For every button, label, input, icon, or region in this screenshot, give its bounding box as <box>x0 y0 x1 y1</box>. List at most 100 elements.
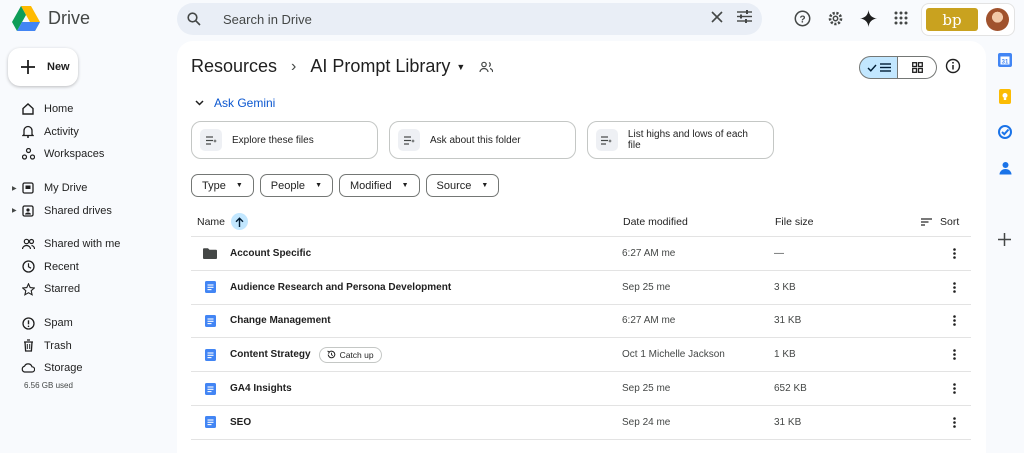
breadcrumb-parent[interactable]: Resources <box>191 56 277 77</box>
expand-arrow-icon[interactable]: ▶ <box>12 185 17 192</box>
apps-grid-icon[interactable] <box>891 8 911 28</box>
filter-type[interactable]: Type ▼ <box>191 174 254 197</box>
gemini-chip-explore[interactable]: Explore these files <box>191 121 378 159</box>
folder-menu-dropdown-icon[interactable]: ▼ <box>456 62 465 72</box>
gemini-chip-ask-folder[interactable]: Ask about this folder <box>389 121 576 159</box>
table-row[interactable]: Change Management 6:27 AM me 31 KB <box>191 305 971 339</box>
sidebar-item-home[interactable]: Home <box>12 98 104 121</box>
column-size-header[interactable]: File size <box>775 216 814 228</box>
search-bar[interactable]: Search in Drive <box>177 3 762 35</box>
grid-icon <box>911 62 923 73</box>
table-header: Name Date modified File size Sort <box>191 207 971 237</box>
help-icon[interactable]: ? <box>792 8 812 28</box>
gemini-chip-highs-lows[interactable]: List highs and lows of each file <box>587 121 774 159</box>
search-options-icon[interactable] <box>737 10 752 28</box>
more-actions-icon[interactable] <box>946 417 962 428</box>
more-actions-icon[interactable] <box>946 315 962 327</box>
account-switcher[interactable]: bp <box>921 3 1015 36</box>
sidebar-item-spam[interactable]: Spam <box>12 312 83 335</box>
filter-source[interactable]: Source ▼ <box>425 174 500 197</box>
date-modified: Oct 1 Michelle Jackson <box>622 349 725 361</box>
filter-modified[interactable]: Modified ▼ <box>339 174 420 197</box>
sidebar-item-label: Spam <box>44 317 73 330</box>
file-table: Name Date modified File size Sort Accoun… <box>191 207 971 440</box>
gemini-sparkle-icon[interactable] <box>858 8 878 28</box>
breadcrumb-current[interactable]: AI Prompt Library <box>310 56 450 77</box>
more-actions-icon[interactable] <box>946 248 962 259</box>
search-icon[interactable] <box>187 12 213 26</box>
list-icon <box>879 63 891 72</box>
sidebar-item-label: Trash <box>44 339 72 352</box>
more-actions-icon[interactable] <box>946 349 962 361</box>
search-input[interactable]: Search in Drive <box>223 12 711 27</box>
expand-arrow-icon[interactable]: ▶ <box>12 207 17 214</box>
svg-text:?: ? <box>799 14 805 25</box>
my-drive-icon <box>20 180 36 196</box>
catch-up-badge[interactable]: Catch up <box>318 346 382 363</box>
people-icon <box>20 236 36 252</box>
more-actions-icon[interactable] <box>946 281 962 293</box>
more-actions-icon[interactable] <box>946 383 962 394</box>
column-name-header[interactable]: Name <box>197 213 249 230</box>
file-name: Change Management <box>230 315 331 327</box>
tasks-icon[interactable] <box>997 124 1013 140</box>
sidebar-item-shared-with-me[interactable]: Shared with me <box>12 233 120 256</box>
new-button-label: New <box>47 61 70 73</box>
add-addon-icon[interactable] <box>998 233 1011 251</box>
info-icon[interactable] <box>945 58 963 76</box>
sidebar-item-my-drive[interactable]: ▶ My Drive <box>12 177 112 200</box>
table-row[interactable]: Content Strategy Catch up Oct 1 Michelle… <box>191 338 971 373</box>
filter-people[interactable]: People ▼ <box>259 174 333 197</box>
sidebar-item-label: Shared drives <box>44 204 112 217</box>
sidebar-item-trash[interactable]: Trash <box>12 335 83 358</box>
sidebar-item-recent[interactable]: Recent <box>12 256 120 279</box>
avatar[interactable] <box>986 8 1009 31</box>
sidebar-item-shared-drives[interactable]: ▶ Shared drives <box>12 200 112 223</box>
table-row[interactable]: GA4 Insights Sep 25 me 652 KB <box>191 372 971 406</box>
file-size: 3 KB <box>774 281 796 293</box>
new-button[interactable]: New <box>8 48 78 86</box>
settings-gear-icon[interactable] <box>825 8 845 28</box>
table-row[interactable]: Audience Research and Persona Developmen… <box>191 271 971 305</box>
clear-search-icon[interactable] <box>711 10 723 28</box>
shared-folder-icon[interactable] <box>479 61 494 73</box>
google-doc-icon <box>203 348 217 362</box>
dropdown-arrow-icon: ▼ <box>315 182 322 189</box>
dropdown-arrow-icon: ▼ <box>481 182 489 189</box>
date-modified: Sep 25 me <box>622 281 671 293</box>
ask-gemini-toggle[interactable]: Ask Gemini <box>195 96 275 110</box>
column-date-header[interactable]: Date modified <box>623 216 688 228</box>
grid-view-button[interactable] <box>898 56 937 79</box>
shared-drives-icon <box>20 203 36 219</box>
gemini-chip-label: Ask about this folder <box>430 134 521 146</box>
column-name-label: Name <box>197 215 226 228</box>
table-row[interactable]: Account Specific 6:27 AM me — <box>191 237 971 271</box>
google-doc-icon <box>203 415 217 429</box>
sidebar-item-storage[interactable]: Storage <box>12 357 83 380</box>
contacts-icon[interactable] <box>997 160 1013 176</box>
list-view-button[interactable] <box>859 56 898 79</box>
file-size: — <box>774 247 784 259</box>
clock-icon <box>20 259 36 275</box>
filter-label: Source <box>436 179 472 192</box>
file-name: SEO <box>230 416 252 428</box>
drive-logo[interactable]: Drive <box>12 6 90 31</box>
keep-icon[interactable] <box>997 88 1013 104</box>
sidebar-item-workspaces[interactable]: Workspaces <box>12 143 104 166</box>
filter-label: People <box>270 179 306 192</box>
sidebar-item-starred[interactable]: Starred <box>12 278 120 301</box>
file-size: 1 KB <box>774 349 796 361</box>
calendar-icon[interactable]: 31 <box>997 52 1013 68</box>
google-doc-icon <box>203 382 217 396</box>
prompt-list-icon <box>200 129 222 151</box>
sidebar-item-label: Recent <box>44 260 79 273</box>
workspaces-icon <box>20 146 36 162</box>
table-row[interactable]: SEO Sep 24 me 31 KB <box>191 406 971 440</box>
sidebar-item-activity[interactable]: Activity <box>12 121 104 144</box>
sidebar-item-label: Activity <box>44 125 79 138</box>
sort-ascending-icon[interactable] <box>231 213 249 230</box>
sort-button[interactable]: Sort <box>921 216 959 228</box>
date-modified: Sep 24 me <box>622 416 671 428</box>
sidebar-item-label: Starred <box>44 283 81 296</box>
file-name: Audience Research and Persona Developmen… <box>230 281 452 293</box>
